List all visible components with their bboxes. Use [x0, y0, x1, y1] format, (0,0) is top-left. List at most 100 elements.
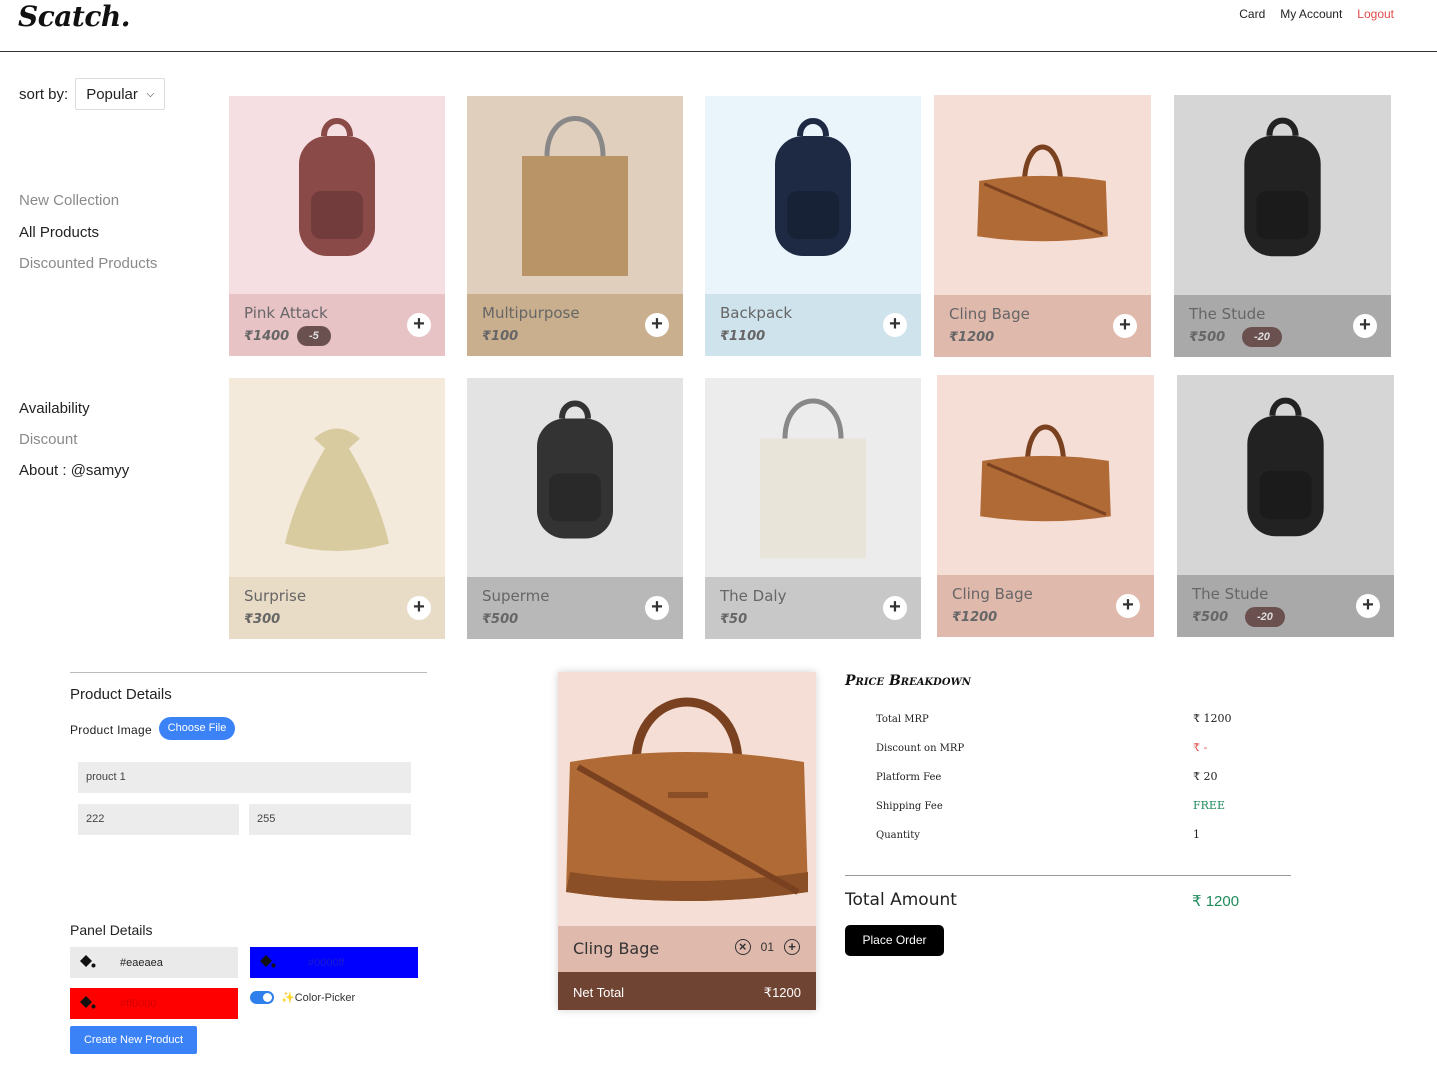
total-amount-value: ₹ 1200: [1192, 893, 1240, 910]
add-to-cart-icon[interactable]: +: [1353, 314, 1377, 338]
quantity-stepper: × 01 +: [734, 939, 800, 955]
color-picker-toggle[interactable]: [250, 991, 274, 1004]
product-image: [229, 378, 445, 577]
product-card[interactable]: Cling Bage ₹1200 +: [934, 95, 1151, 357]
add-to-cart-icon[interactable]: +: [883, 596, 907, 620]
price-row-label: Discount on MRP: [876, 743, 965, 754]
product-image: [467, 96, 683, 294]
add-to-cart-icon[interactable]: +: [407, 313, 431, 337]
divider: [70, 672, 427, 673]
add-to-cart-icon[interactable]: +: [1356, 594, 1380, 618]
product-name-field[interactable]: prouct 1: [78, 762, 411, 793]
product-card[interactable]: The Stude ₹500 -20 +: [1174, 95, 1391, 357]
product-panel: Superme ₹500 +: [467, 577, 683, 639]
choose-file-button[interactable]: Choose File: [159, 717, 235, 740]
backpack-icon: [775, 118, 851, 256]
product-price-field[interactable]: 222: [78, 804, 239, 835]
add-to-cart-icon[interactable]: +: [1116, 594, 1140, 618]
product-discount-field[interactable]: 255: [249, 804, 411, 835]
net-total-value: ₹1200: [763, 985, 801, 1000]
sort-label: sort by:: [19, 85, 69, 103]
price-row-value: FREE: [1193, 799, 1225, 812]
cart-item: Cling Bage × 01 + Net Total ₹1200: [558, 672, 816, 1010]
tote-bag-icon: [522, 116, 628, 276]
quantity-value: 01: [760, 940, 774, 954]
panel-color-value: #0000ff: [308, 956, 345, 969]
product-card[interactable]: The Stude ₹500 -20 +: [1177, 375, 1394, 637]
cart-item-name: Cling Bage: [573, 939, 660, 958]
product-card[interactable]: The Daly ₹50 +: [705, 378, 921, 639]
duffel-bag-icon: [980, 424, 1111, 522]
product-name: Surprise: [244, 587, 307, 605]
product-card[interactable]: Multipurpose ₹100 +: [467, 96, 683, 356]
nav-account-link[interactable]: My Account: [1280, 7, 1342, 21]
product-name: Backpack: [720, 304, 793, 322]
add-to-cart-icon[interactable]: +: [645, 596, 669, 620]
product-name: Superme: [482, 587, 550, 605]
product-panel: Cling Bage ₹1200 +: [937, 575, 1154, 637]
add-to-cart-icon[interactable]: +: [645, 313, 669, 337]
add-to-cart-icon[interactable]: +: [407, 596, 431, 620]
product-name: Pink Attack: [244, 304, 328, 322]
nav-card-link[interactable]: Card: [1239, 7, 1265, 21]
add-to-cart-icon[interactable]: +: [1113, 314, 1137, 338]
product-price: ₹500: [1192, 610, 1229, 625]
sidebar-item-new-collection[interactable]: New Collection: [19, 185, 157, 217]
discount-badge: -5: [297, 326, 331, 346]
price-row-label: Shipping Fee: [876, 801, 943, 812]
product-name: Multipurpose: [482, 304, 580, 322]
sidebar-item-about[interactable]: About : @samyy: [19, 455, 129, 486]
cart-item-panel: Cling Bage × 01 +: [558, 926, 816, 972]
product-price: ₹100: [482, 329, 519, 344]
text-color-field[interactable]: #ff0000: [70, 988, 238, 1019]
sort-select[interactable]: Popular ⌵: [75, 78, 166, 110]
product-panel: Pink Attack ₹1400 -5 +: [229, 294, 445, 356]
add-to-cart-icon[interactable]: +: [883, 313, 907, 337]
sidebar-filters: Availability Discount About : @samyy: [19, 393, 129, 486]
product-panel: The Daly ₹50 +: [705, 577, 921, 639]
sidebar-item-all-products[interactable]: All Products: [19, 217, 157, 249]
product-card[interactable]: Backpack ₹1100 +: [705, 96, 921, 356]
duffel-bag-icon: [977, 144, 1108, 242]
product-price: ₹500: [482, 612, 519, 627]
bg-color-field[interactable]: #eaeaea: [70, 947, 238, 978]
pouch-icon: [285, 428, 389, 551]
product-name: The Stude: [1192, 585, 1269, 603]
product-image-label: Product Image: [70, 723, 152, 737]
backpack-icon: [537, 400, 613, 539]
product-image: [1177, 375, 1394, 575]
sidebar-item-discount[interactable]: Discount: [19, 424, 129, 455]
place-order-button[interactable]: Place Order: [845, 925, 944, 956]
product-panel: Multipurpose ₹100 +: [467, 294, 683, 356]
product-image: [705, 378, 921, 577]
logo[interactable]: Scatch.: [18, 0, 131, 33]
product-price: ₹1200: [952, 610, 998, 625]
product-price: ₹1100: [720, 329, 766, 344]
product-name: Cling Bage: [949, 305, 1030, 323]
product-card[interactable]: Cling Bage ₹1200 +: [937, 375, 1154, 637]
sidebar-item-availability[interactable]: Availability: [19, 393, 129, 424]
product-details-title: Product Details: [70, 686, 172, 703]
product-name: The Stude: [1189, 305, 1266, 323]
nav-logout-link[interactable]: Logout: [1357, 7, 1394, 21]
create-product-button[interactable]: Create New Product: [70, 1026, 197, 1054]
net-total-bar: Net Total ₹1200: [558, 972, 816, 1010]
price-row-label: Total MRP: [876, 714, 929, 725]
sidebar-links: New Collection All Products Discounted P…: [19, 185, 157, 280]
price-breakdown-title: Price Breakdown: [845, 673, 971, 689]
product-panel: The Stude ₹500 -20 +: [1177, 575, 1394, 637]
price-row-value: ₹ -: [1193, 741, 1208, 754]
sidebar-item-discounted-products[interactable]: Discounted Products: [19, 248, 157, 280]
total-amount-label: Total Amount: [845, 890, 957, 910]
product-card[interactable]: Pink Attack ₹1400 -5 +: [229, 96, 445, 356]
bg-color-value: #eaeaea: [120, 956, 163, 969]
product-card[interactable]: Surprise ₹300 +: [229, 378, 445, 639]
cart-item-image: [558, 672, 816, 926]
backpack-icon: [299, 118, 375, 256]
price-row-value: ₹ 20: [1193, 770, 1218, 783]
decrease-qty-icon[interactable]: ×: [734, 939, 751, 955]
increase-qty-icon[interactable]: +: [784, 939, 800, 955]
product-card[interactable]: Superme ₹500 +: [467, 378, 683, 639]
panel-color-field[interactable]: #0000ff: [250, 947, 418, 978]
product-image: [937, 375, 1154, 575]
